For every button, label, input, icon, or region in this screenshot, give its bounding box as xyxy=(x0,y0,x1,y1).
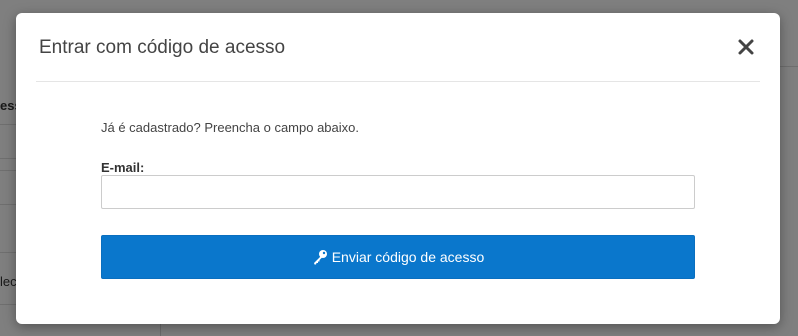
send-access-code-button[interactable]: Enviar código de acesso xyxy=(101,235,695,279)
intro-text: Já é cadastrado? Preencha o campo abaixo… xyxy=(101,120,360,135)
key-icon xyxy=(312,249,328,265)
close-icon[interactable] xyxy=(736,37,756,57)
email-label: E-mail: xyxy=(101,160,145,175)
access-code-modal: Entrar com código de acesso Já é cadastr… xyxy=(16,13,780,324)
modal-header: Entrar com código de acesso xyxy=(36,13,760,82)
modal-title: Entrar com código de acesso xyxy=(39,37,286,58)
send-button-label: Enviar código de acesso xyxy=(331,249,485,265)
email-field[interactable] xyxy=(101,175,695,209)
